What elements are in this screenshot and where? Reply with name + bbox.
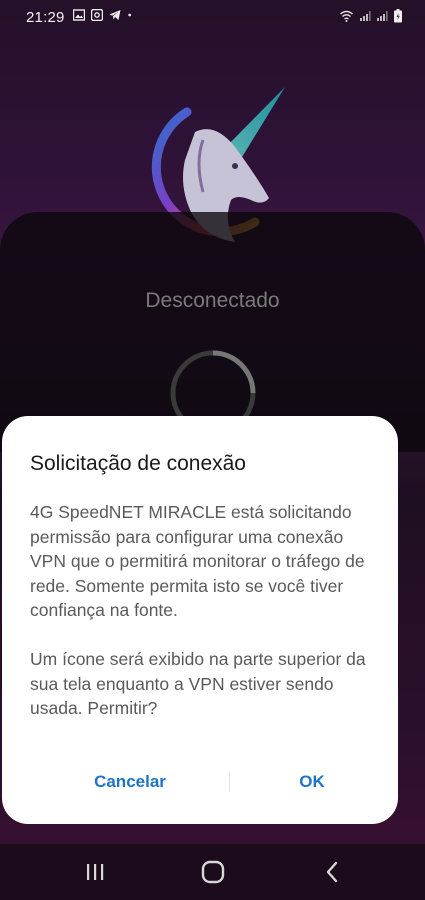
connection-status-label: Desconectado <box>145 289 280 312</box>
home-icon[interactable] <box>198 858 228 886</box>
dialog-body-paragraph-1: 4G SpeedNET MIRACLE está solicitando per… <box>30 502 365 620</box>
telegram-icon <box>109 10 121 20</box>
image-icon <box>73 9 85 21</box>
status-right-icons <box>339 9 403 23</box>
navigation-bar <box>0 844 425 900</box>
status-left-icons <box>73 9 135 21</box>
wifi-icon <box>340 10 353 22</box>
screen: 21:29 Desconectado Solicitação de conexã… <box>0 0 425 900</box>
recent-apps-icon[interactable] <box>80 858 110 886</box>
status-time: 21:29 <box>26 9 65 26</box>
dialog-body: 4G SpeedNET MIRACLE está solicitando per… <box>30 500 380 721</box>
dialog-title: Solicitação de conexão <box>30 452 246 475</box>
vpn-permission-dialog: Solicitação de conexão 4G SpeedNET MIRAC… <box>2 416 398 824</box>
cast-icon <box>91 9 103 21</box>
dialog-actions: Cancelar OK <box>2 768 398 798</box>
signal-icon-2 <box>377 11 388 21</box>
cancel-button[interactable]: Cancelar <box>42 768 218 796</box>
dot-icon <box>128 13 131 17</box>
battery-icon <box>394 9 402 23</box>
back-icon[interactable] <box>318 858 348 886</box>
ok-button[interactable]: OK <box>228 768 396 796</box>
signal-icon <box>360 11 371 21</box>
dialog-body-paragraph-2: Um ícone será exibido na parte superior … <box>30 649 366 718</box>
status-bar: 21:29 <box>0 0 425 34</box>
